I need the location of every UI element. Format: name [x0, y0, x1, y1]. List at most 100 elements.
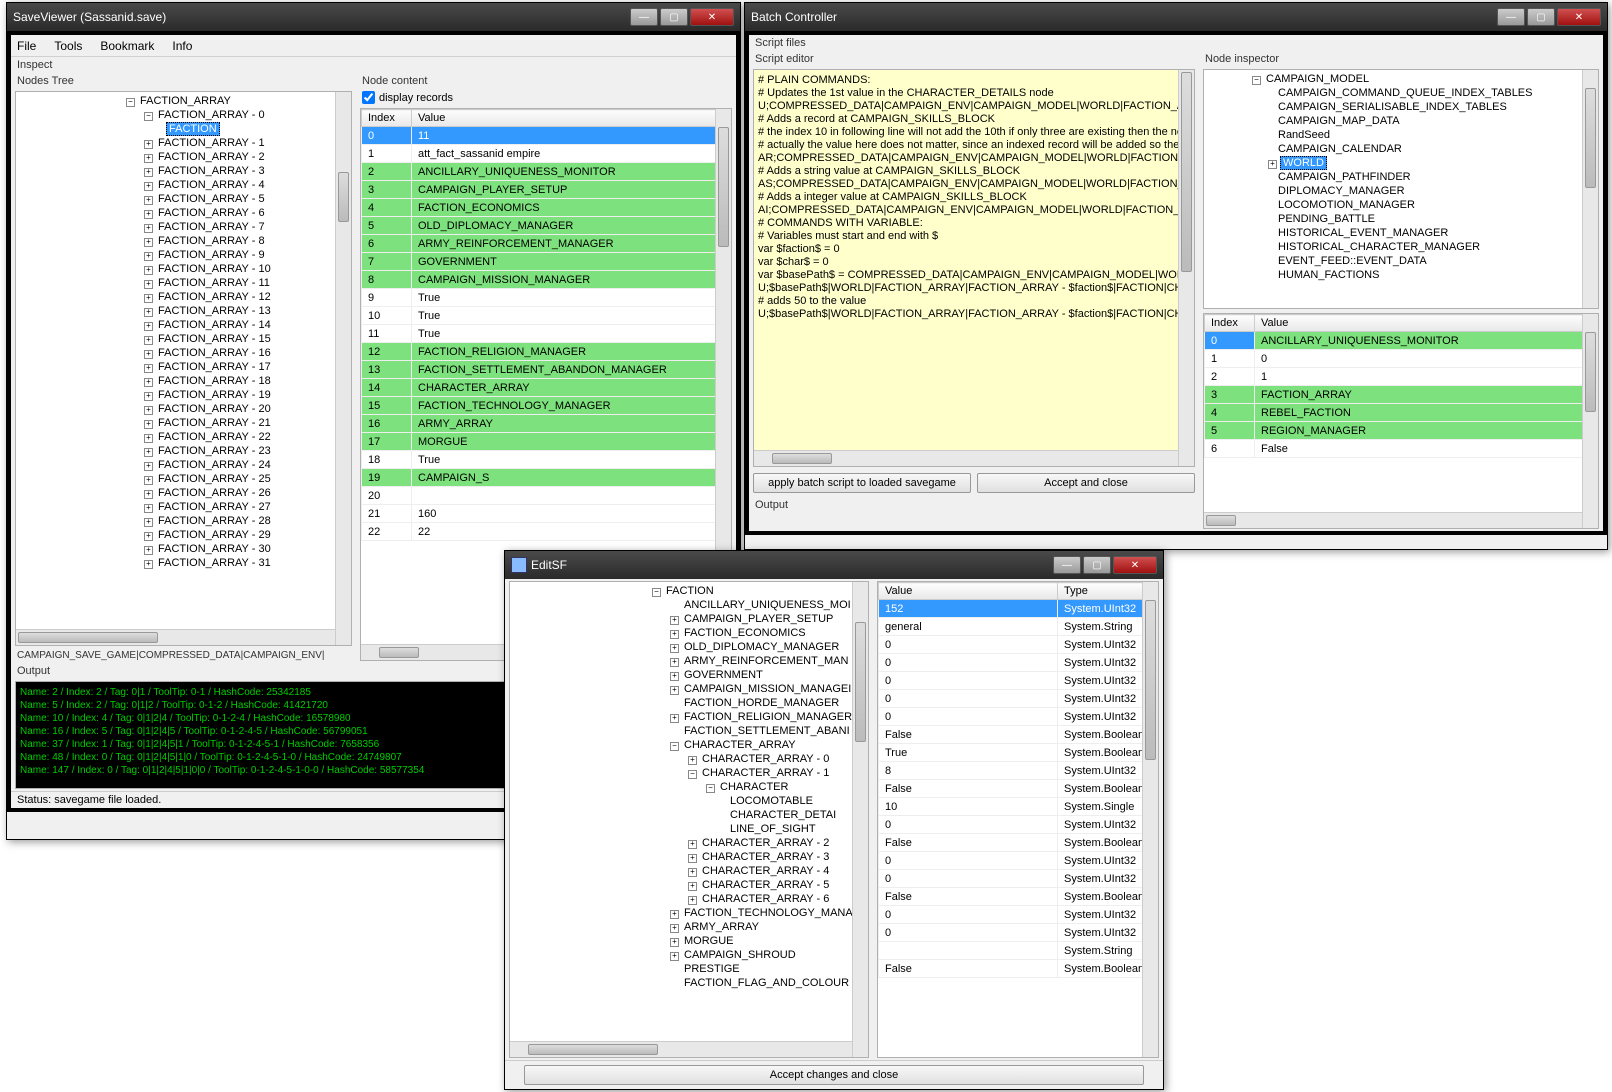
cell-value[interactable]: False: [879, 888, 1058, 906]
expander-icon[interactable]: +: [688, 756, 697, 765]
table-row[interactable]: 2222: [362, 523, 731, 541]
tree-item[interactable]: FACTION_ARRAY - 27: [156, 501, 273, 513]
tree-item-selected[interactable]: FACTION: [166, 122, 220, 136]
expander-icon[interactable]: +: [144, 224, 153, 233]
table-row[interactable]: 011: [362, 127, 731, 145]
table-row[interactable]: 8CAMPAIGN_MISSION_MANAGER: [362, 271, 731, 289]
expander-icon[interactable]: +: [688, 868, 697, 877]
scrollbar[interactable]: [1582, 314, 1598, 528]
cell-value[interactable]: False: [879, 960, 1058, 978]
editsf-tree[interactable]: −FACTIONANCILLARY_UNIQUENESS_MOI+CAMPAIG…: [509, 581, 869, 1058]
tree-item[interactable]: CAMPAIGN_MISSION_MANAGEI: [682, 683, 853, 695]
tree-item[interactable]: FACTION_FLAG_AND_COLOUR: [682, 977, 851, 989]
expander-icon[interactable]: −: [144, 112, 153, 121]
tree-item[interactable]: FACTION_ARRAY - 9: [156, 249, 267, 261]
table-row[interactable]: 152System.UInt32: [879, 600, 1158, 618]
expander-icon[interactable]: +: [688, 840, 697, 849]
accept-close-button[interactable]: Accept and close: [977, 473, 1195, 493]
tree-item[interactable]: LOCOMOTION_MANAGER: [1276, 199, 1417, 211]
cell-value[interactable]: False: [879, 726, 1058, 744]
tree-item[interactable]: FACTION_ARRAY - 4: [156, 179, 267, 191]
expander-icon[interactable]: +: [144, 350, 153, 359]
table-row[interactable]: 19CAMPAIGN_S: [362, 469, 731, 487]
tree-item[interactable]: ARMY_REINFORCEMENT_MAN: [682, 655, 850, 667]
expander-icon[interactable]: +: [144, 252, 153, 261]
expander-icon[interactable]: +: [144, 308, 153, 317]
tree-item[interactable]: CAMPAIGN_MAP_DATA: [1276, 115, 1402, 127]
tree-item[interactable]: MORGUE: [682, 935, 736, 947]
expander-icon[interactable]: +: [144, 462, 153, 471]
table-row[interactable]: 3CAMPAIGN_PLAYER_SETUP: [362, 181, 731, 199]
cell-value[interactable]: 8: [879, 762, 1058, 780]
cell-value[interactable]: 0: [879, 852, 1058, 870]
tree-item[interactable]: CHARACTER_ARRAY - 2: [700, 837, 831, 849]
scrollbar[interactable]: [1142, 582, 1158, 1057]
expander-icon[interactable]: +: [144, 168, 153, 177]
accept-changes-button[interactable]: Accept changes and close: [524, 1065, 1144, 1085]
expander-icon[interactable]: +: [144, 378, 153, 387]
tree-item[interactable]: CAMPAIGN_PATHFINDER: [1276, 171, 1413, 183]
table-row[interactable]: 1att_fact_sassanid empire: [362, 145, 731, 163]
tree-item[interactable]: FACTION_ARRAY - 25: [156, 473, 273, 485]
col-index[interactable]: Index: [1205, 315, 1255, 332]
tree-item[interactable]: FACTION_ARRAY - 24: [156, 459, 273, 471]
table-row[interactable]: 21: [1205, 368, 1598, 386]
tree-item[interactable]: FACTION_ARRAY - 5: [156, 193, 267, 205]
table-row[interactable]: 0System.UInt32: [879, 924, 1158, 942]
expander-icon[interactable]: +: [144, 476, 153, 485]
table-row[interactable]: 8System.UInt32: [879, 762, 1158, 780]
tree-item[interactable]: FACTION_ARRAY - 19: [156, 389, 273, 401]
expander-icon[interactable]: +: [144, 420, 153, 429]
scrollbar[interactable]: [335, 92, 351, 645]
table-row[interactable]: 0System.UInt32: [879, 816, 1158, 834]
tree-item[interactable]: CHARACTER_DETAI: [728, 809, 838, 821]
table-row[interactable]: 10System.Single: [879, 798, 1158, 816]
scrollbar-h[interactable]: [16, 629, 335, 645]
cell-value[interactable]: [879, 942, 1058, 960]
expander-icon[interactable]: +: [144, 546, 153, 555]
table-row[interactable]: 10True: [362, 307, 731, 325]
inspector-grid[interactable]: Index Value 0ANCILLARY_UNIQUENESS_MONITO…: [1204, 314, 1598, 458]
expander-icon[interactable]: +: [670, 616, 679, 625]
col-value[interactable]: Value: [879, 583, 1058, 600]
scrollbar-h[interactable]: [754, 450, 1178, 466]
apply-script-button[interactable]: apply batch script to loaded savegame: [753, 473, 971, 493]
table-row[interactable]: 13FACTION_SETTLEMENT_ABANDON_MANAGER: [362, 361, 731, 379]
expander-icon[interactable]: +: [688, 896, 697, 905]
scrollbar-h[interactable]: [510, 1041, 852, 1057]
maximize-button[interactable]: ▢: [1527, 8, 1555, 26]
tree-item[interactable]: FACTION_ARRAY - 12: [156, 291, 273, 303]
col-value[interactable]: Value: [1255, 315, 1598, 332]
tree-item[interactable]: FACTION_ARRAY - 1: [156, 137, 267, 149]
cell-value[interactable]: 0: [879, 924, 1058, 942]
expander-icon[interactable]: −: [652, 588, 661, 597]
table-row[interactable]: FalseSystem.Boolean: [879, 960, 1158, 978]
tree-item[interactable]: ARMY_ARRAY: [682, 921, 761, 933]
close-button[interactable]: ✕: [690, 8, 734, 26]
tree-item[interactable]: CHARACTER_ARRAY - 1: [700, 767, 831, 779]
expander-icon[interactable]: +: [688, 854, 697, 863]
minimize-button[interactable]: —: [1497, 8, 1525, 26]
table-row[interactable]: 11True: [362, 325, 731, 343]
close-button[interactable]: ✕: [1557, 8, 1601, 26]
expander-icon[interactable]: +: [144, 210, 153, 219]
tree-item[interactable]: CHARACTER_ARRAY - 0: [700, 753, 831, 765]
table-row[interactable]: 17MORGUE: [362, 433, 731, 451]
tree-item[interactable]: FACTION_RELIGION_MANAGER: [682, 711, 854, 723]
tree-item[interactable]: FACTION_HORDE_MANAGER: [682, 697, 841, 709]
table-row[interactable]: 6False: [1205, 440, 1598, 458]
cell-value[interactable]: 0: [879, 654, 1058, 672]
tree-item[interactable]: CHARACTER_ARRAY - 4: [700, 865, 831, 877]
tree-item[interactable]: FACTION_ARRAY - 3: [156, 165, 267, 177]
expander-icon[interactable]: +: [144, 434, 153, 443]
table-row[interactable]: 12FACTION_RELIGION_MANAGER: [362, 343, 731, 361]
tree-item[interactable]: FACTION_ARRAY - 10: [156, 263, 273, 275]
table-row[interactable]: 21160: [362, 505, 731, 523]
expander-icon[interactable]: +: [144, 140, 153, 149]
tree-item[interactable]: FACTION_ARRAY - 14: [156, 319, 273, 331]
table-row[interactable]: FalseSystem.Boolean: [879, 888, 1158, 906]
cell-value[interactable]: 152: [879, 600, 1058, 618]
tree-item[interactable]: OLD_DIPLOMACY_MANAGER: [682, 641, 841, 653]
tree-item[interactable]: FACTION_ARRAY - 22: [156, 431, 273, 443]
cell-value[interactable]: True: [879, 744, 1058, 762]
